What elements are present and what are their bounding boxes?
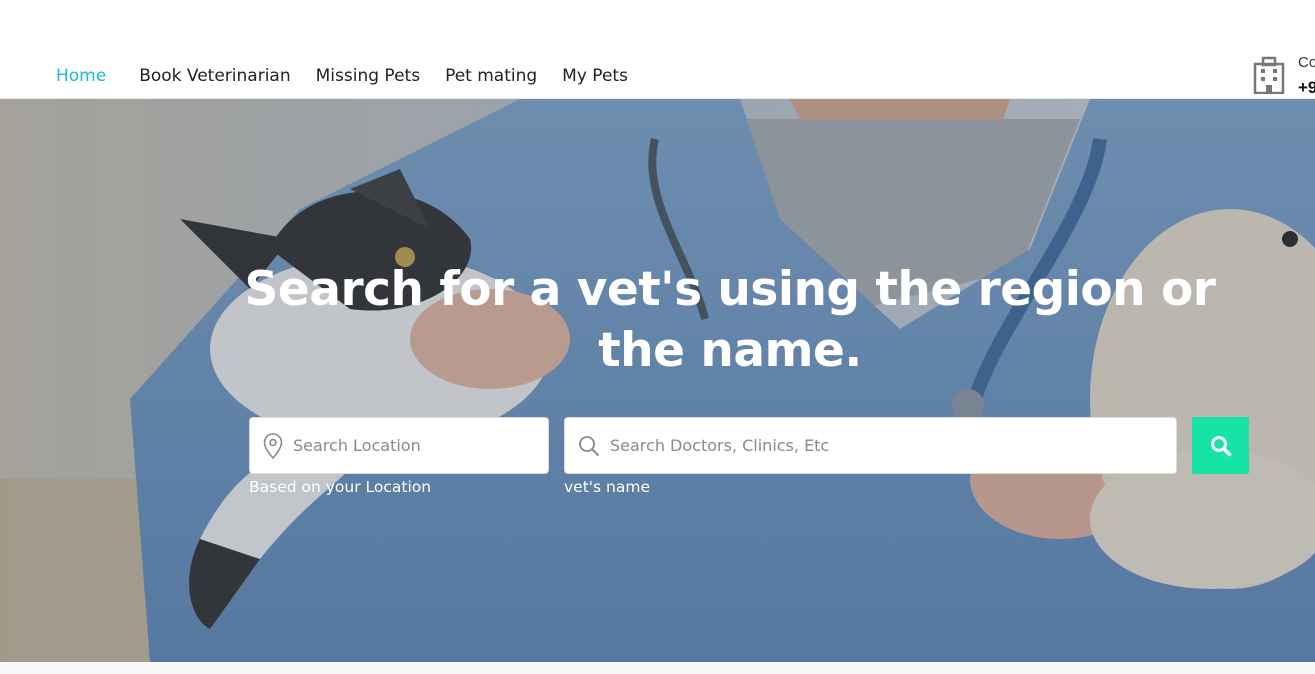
building-icon <box>1253 56 1285 94</box>
location-search-hint: Based on your Location <box>249 478 432 496</box>
search-icon <box>579 435 600 456</box>
nav-item-pet-mating[interactable]: Pet mating <box>445 66 537 86</box>
nav-item-my-pets[interactable]: My Pets <box>562 66 628 86</box>
page-bottom-strip <box>0 662 1315 674</box>
doctor-search-hint: vet's name <box>564 478 651 496</box>
location-search-field[interactable] <box>249 417 549 474</box>
map-pin-icon <box>263 432 283 459</box>
doctor-search-input[interactable] <box>610 436 1148 455</box>
contact-label: Co <box>1298 54 1315 71</box>
main-nav: Home Book Veterinarian Missing Pets Pet … <box>56 66 653 86</box>
nav-item-missing-pets[interactable]: Missing Pets <box>316 66 420 86</box>
search-button[interactable] <box>1192 417 1249 474</box>
site-header: Home Book Veterinarian Missing Pets Pet … <box>0 0 1315 99</box>
hero-section: Search for a vet's using the region or t… <box>0 99 1315 662</box>
doctor-search-field[interactable] <box>564 417 1177 474</box>
location-search-input[interactable] <box>293 436 548 455</box>
search-icon <box>1210 435 1231 456</box>
nav-item-book-veterinarian[interactable]: Book Veterinarian <box>139 66 290 86</box>
hero-title: Search for a vet's using the region or t… <box>244 262 1216 378</box>
nav-item-home[interactable]: Home <box>56 66 106 86</box>
contact-info: Co +9 <box>1252 54 1315 98</box>
contact-phone[interactable]: +9 <box>1298 78 1315 98</box>
